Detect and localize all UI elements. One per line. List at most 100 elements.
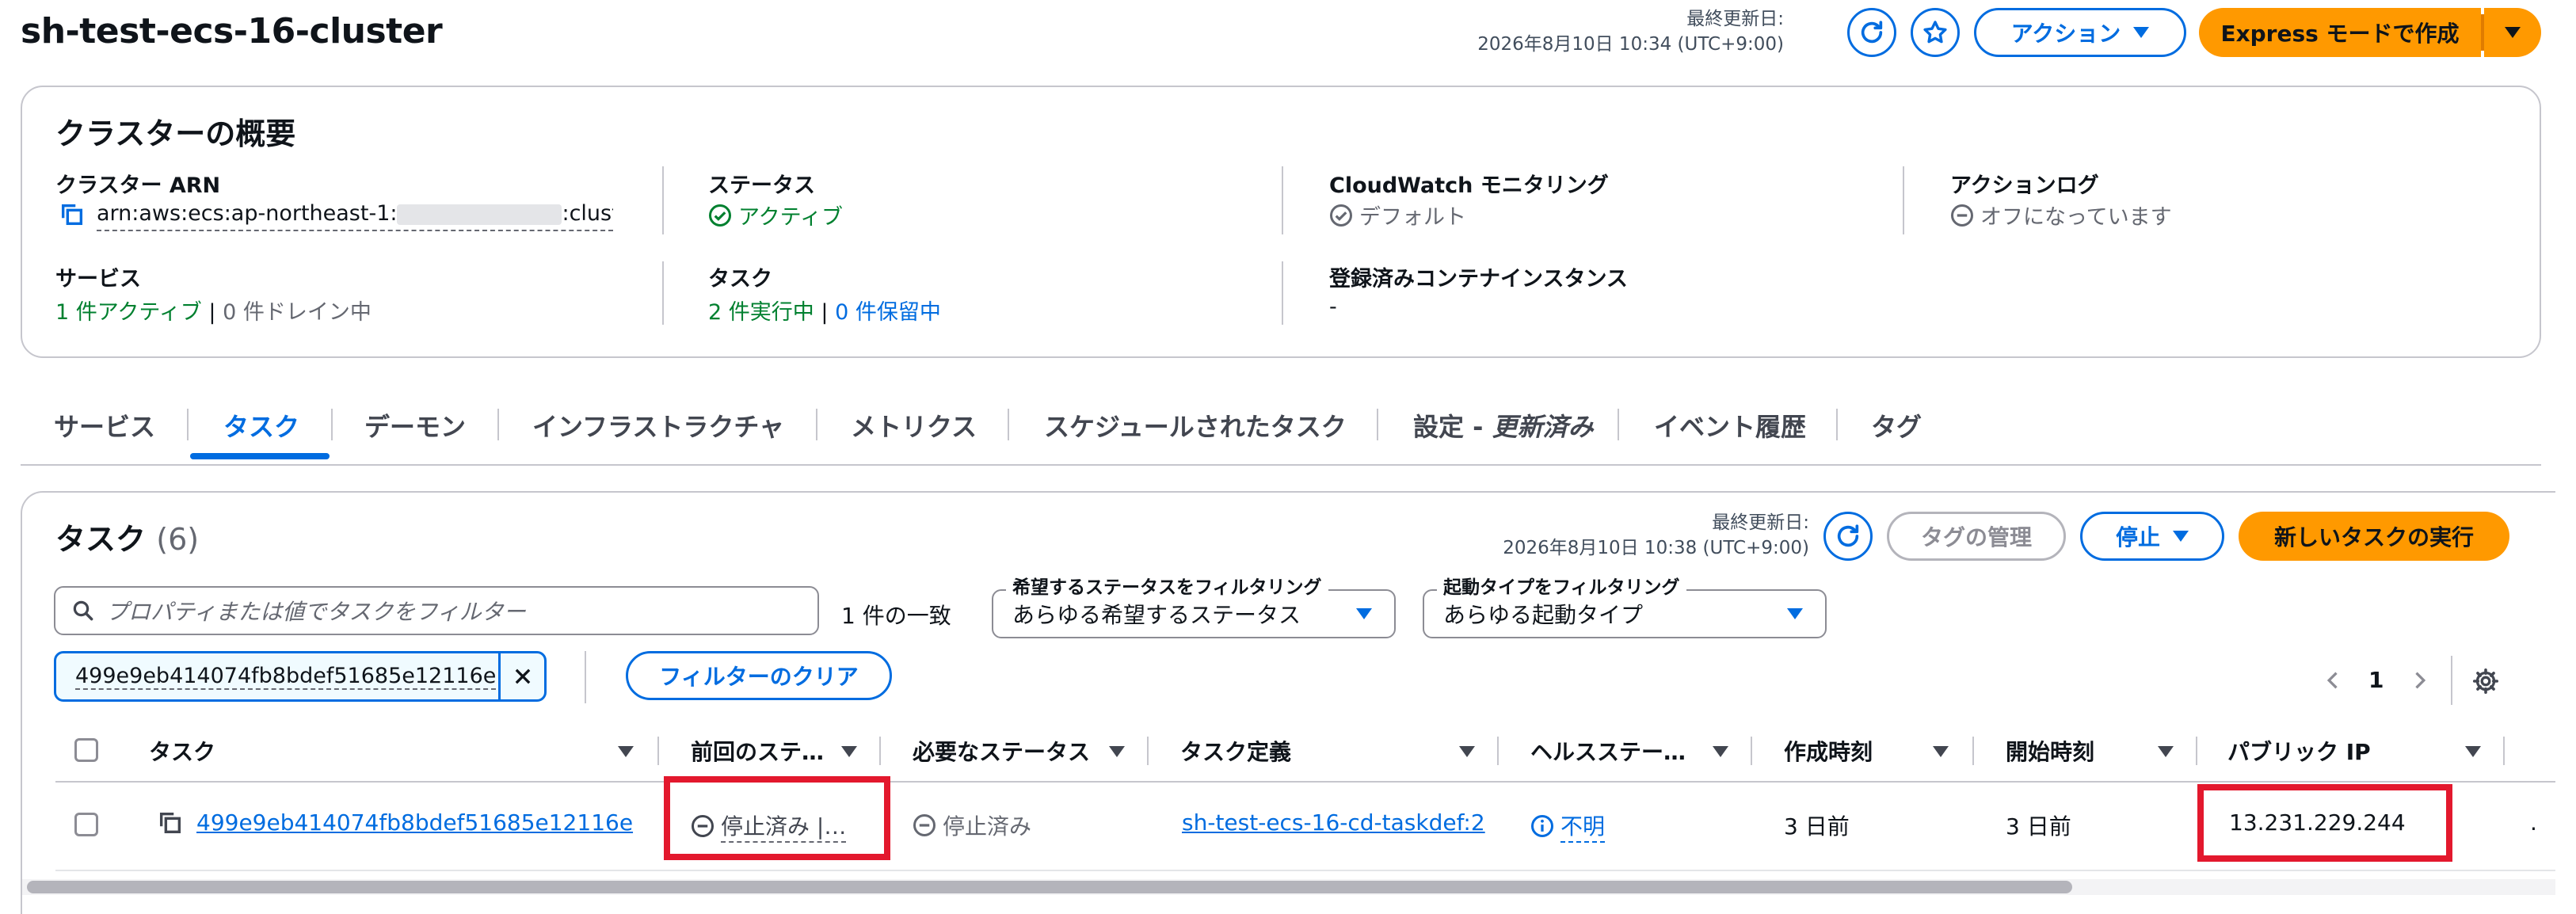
column-separator[interactable] xyxy=(657,737,659,765)
tab-metrics[interactable]: メトリクス xyxy=(851,407,977,444)
created-cell: 3 日前 xyxy=(1784,813,1850,840)
column-separator[interactable] xyxy=(1972,737,1974,765)
tab-settings[interactable]: 設定 - 更新済み xyxy=(1413,407,1594,444)
refresh-button[interactable] xyxy=(1847,8,1896,57)
caret-down-icon xyxy=(2173,531,2189,542)
task-search-field[interactable]: プロパティまたは値でタスクをフィルター xyxy=(54,586,819,635)
desired-status-cell: 停止済み xyxy=(913,809,1031,841)
previous-page-button[interactable] xyxy=(2323,667,2345,699)
stop-label: 停止 xyxy=(2115,524,2160,550)
tab-tasks[interactable]: タスク xyxy=(223,407,299,444)
column-separator[interactable] xyxy=(2503,737,2505,765)
stop-dropdown-button[interactable]: 停止 xyxy=(2080,512,2224,561)
header-last-updated: 最終更新日: 2026年8月10日 10:34 (UTC+9:00) xyxy=(1477,6,1784,57)
sort-caret-icon[interactable] xyxy=(1459,746,1475,757)
run-new-task-button[interactable]: 新しいタスクの実行 xyxy=(2239,512,2509,561)
status-label: ステータス xyxy=(708,173,815,198)
tasks-pending: 0 件保留中 xyxy=(835,300,941,325)
highlight-public-ip xyxy=(2197,784,2452,862)
copy-icon xyxy=(61,204,83,226)
horizontal-scrollbar-thumb[interactable] xyxy=(27,881,2072,893)
favorite-button[interactable] xyxy=(1911,8,1960,57)
column-separator[interactable] xyxy=(1751,737,1752,765)
status-text: アクティブ xyxy=(738,205,844,230)
next-page-button[interactable] xyxy=(2408,667,2430,699)
select-all-checkbox[interactable] xyxy=(74,738,98,762)
remove-token-button[interactable] xyxy=(498,653,544,699)
launch-type-value: あらゆる起動タイプ xyxy=(1443,602,1644,628)
close-icon xyxy=(515,668,530,684)
sort-caret-icon[interactable] xyxy=(1933,746,1949,757)
column-header-task[interactable]: タスク xyxy=(149,735,215,767)
refresh-icon xyxy=(1837,524,1859,547)
match-count: 1 件の一致 xyxy=(841,603,951,629)
sort-caret-icon[interactable] xyxy=(1109,746,1125,757)
sort-caret-icon[interactable] xyxy=(2465,746,2481,757)
row-checkbox[interactable] xyxy=(74,813,98,836)
sort-caret-icon[interactable] xyxy=(1713,746,1728,757)
actions-dropdown-button[interactable]: アクション xyxy=(1974,8,2186,57)
tasks-last-updated: 最終更新日: 2026年8月10日 10:38 (UTC+9:00) xyxy=(1503,510,1809,561)
sort-caret-icon[interactable] xyxy=(841,746,857,757)
desired-status-filter-label: 希望するステータスをフィルタリング xyxy=(1006,572,1328,599)
tab-separator xyxy=(1618,409,1619,440)
tab-infrastructure[interactable]: インフラストラクチャ xyxy=(532,407,784,444)
tab-daemons[interactable]: デーモン xyxy=(364,407,466,444)
active-tab-indicator xyxy=(190,453,330,459)
last-updated-time: 2026年8月10日 10:34 (UTC+9:00) xyxy=(1477,34,1784,55)
tab-separator xyxy=(816,409,817,440)
column-header-task-definition[interactable]: タスク定義 xyxy=(1180,735,1291,767)
manage-tags-button[interactable]: タグの管理 xyxy=(1887,512,2066,561)
tab-separator xyxy=(331,409,333,440)
preferences-button[interactable] xyxy=(2471,667,2500,701)
desired-status-text: 停止済み xyxy=(943,813,1032,840)
tabs-baseline xyxy=(21,464,2541,466)
express-create-menu-button[interactable] xyxy=(2484,8,2541,57)
column-header-public-ip[interactable]: パブリック IP xyxy=(2227,735,2371,767)
cloudwatch-text: デフォルト xyxy=(1359,205,1466,230)
clear-filter-button[interactable]: フィルターのクリア xyxy=(626,651,892,700)
tab-event-history[interactable]: イベント履歴 xyxy=(1654,407,1806,444)
services-active: 1 件アクティブ xyxy=(55,300,202,325)
caret-down-icon xyxy=(2505,27,2521,38)
column-header-health-status[interactable]: ヘルスステー… xyxy=(1530,735,1686,767)
column-separator[interactable] xyxy=(2196,737,2197,765)
pagination-divider xyxy=(2451,656,2452,705)
health-status-text: 不明 xyxy=(1560,809,1606,843)
cloudwatch-value: デフォルト xyxy=(1329,200,1466,230)
express-create-button[interactable]: Express モードで作成 xyxy=(2199,8,2481,57)
tab-services[interactable]: サービス xyxy=(54,407,155,444)
task-definition-link[interactable]: sh-test-ecs-16-cd-taskdef:2 xyxy=(1182,809,1485,836)
column-header-created[interactable]: 作成時刻 xyxy=(1784,735,1873,767)
column-header-started[interactable]: 開始時刻 xyxy=(2006,735,2094,767)
current-page[interactable]: 1 xyxy=(2368,667,2384,693)
column-divider xyxy=(662,261,664,325)
sort-caret-icon[interactable] xyxy=(2158,746,2174,757)
column-separator[interactable] xyxy=(879,737,881,765)
sort-caret-icon[interactable] xyxy=(618,746,634,757)
tab-settings-updated: 更新済み xyxy=(1492,412,1594,442)
column-divider xyxy=(1903,166,1904,234)
filter-token-text[interactable]: 499e9eb414074fb8bdef51685e12116e xyxy=(75,664,497,690)
copy-task-id-button[interactable] xyxy=(157,809,184,842)
copy-arn-button[interactable] xyxy=(59,201,86,234)
column-divider xyxy=(1282,261,1283,325)
health-status-cell[interactable]: 不明 xyxy=(1530,809,1606,843)
tab-separator xyxy=(1377,409,1378,440)
tasks-running: 2 件実行中 xyxy=(708,300,814,325)
tab-tags[interactable]: タグ xyxy=(1871,407,1922,444)
column-header-desired-status[interactable]: 必要なステータス xyxy=(913,735,1090,767)
cluster-arn-value[interactable]: arn:aws:ecs:ap-northeast-1::clust… xyxy=(97,201,613,231)
tab-scheduled-tasks[interactable]: スケジュールされたタスク xyxy=(1044,407,1347,444)
tasks-refresh-button[interactable] xyxy=(1823,512,1873,561)
task-id-link[interactable]: 499e9eb414074fb8bdef51685e12116e xyxy=(196,809,633,836)
services-label: サービス xyxy=(55,267,141,291)
column-divider xyxy=(1282,166,1283,234)
last-updated-label: 最終更新日: xyxy=(1686,9,1784,29)
action-log-value: オフになっています xyxy=(1950,200,2172,230)
started-cell: 3 日前 xyxy=(2006,813,2071,840)
container-instances-label: 登録済みコンテナインスタンス xyxy=(1329,267,1628,291)
column-header-last-status[interactable]: 前回のステ… xyxy=(691,735,824,767)
column-separator[interactable] xyxy=(1147,737,1149,765)
column-separator[interactable] xyxy=(1497,737,1499,765)
